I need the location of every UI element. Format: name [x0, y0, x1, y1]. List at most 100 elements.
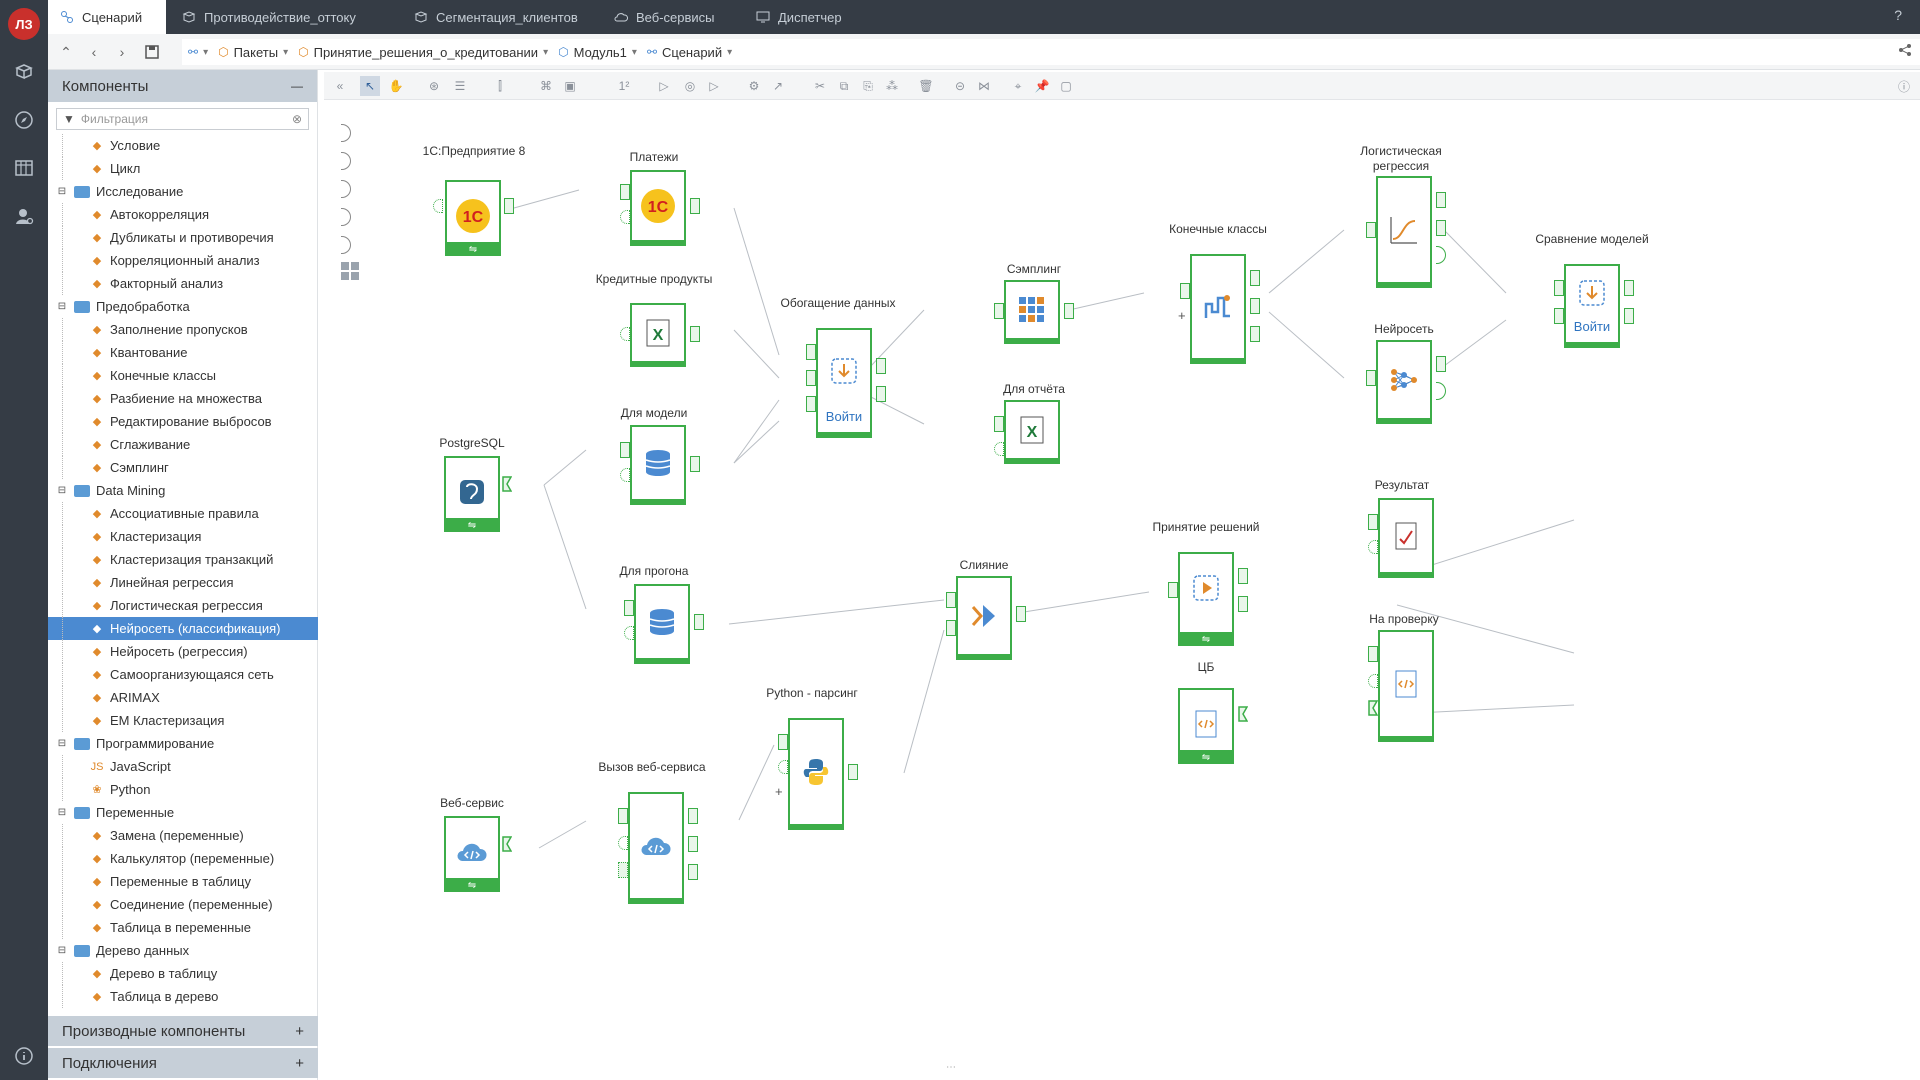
- tree-item[interactable]: ◆ Кластеризация транзакций: [48, 548, 318, 571]
- input-port[interactable]: [778, 760, 788, 774]
- input-port[interactable]: [946, 592, 956, 608]
- breadcrumb-item[interactable]: ⬡ Принятие_решения_о_кредитовании ▾: [298, 45, 548, 60]
- align-icon[interactable]: ⫿: [490, 76, 510, 96]
- collapse-toggle-icon[interactable]: ⊟: [56, 301, 68, 313]
- node-for-model[interactable]: [630, 425, 686, 505]
- tree-group[interactable]: ⊟ Предобработка: [48, 295, 318, 318]
- pushpin-icon[interactable]: 📌: [1032, 76, 1052, 96]
- output-port[interactable]: [1064, 303, 1074, 319]
- node-payments[interactable]: 1С: [630, 170, 686, 246]
- tree-item[interactable]: ◆ Самоорганизующаяся сеть: [48, 663, 318, 686]
- group-icon[interactable]: ⌘: [536, 76, 556, 96]
- tree-group[interactable]: ⊟ Переменные: [48, 801, 318, 824]
- output-port[interactable]: [1250, 298, 1260, 314]
- input-port[interactable]: [946, 620, 956, 636]
- connect-icon[interactable]: ⋈: [974, 76, 994, 96]
- output-port[interactable]: [688, 808, 698, 824]
- node-for-forecast[interactable]: [634, 584, 690, 664]
- node-neural-net[interactable]: [1376, 340, 1432, 424]
- help-icon[interactable]: ?: [1894, 7, 1902, 23]
- input-port[interactable]: [1554, 280, 1564, 296]
- tree-item[interactable]: ◆ Соединение (переменные): [48, 893, 318, 916]
- tree-item[interactable]: ◆ Редактирование выбросов: [48, 410, 318, 433]
- output-port[interactable]: [1238, 568, 1248, 584]
- output-port[interactable]: [1436, 356, 1446, 372]
- input-port[interactable]: [620, 210, 630, 224]
- output-port[interactable]: [1238, 706, 1249, 722]
- collapse-toggle-icon[interactable]: ⊟: [56, 485, 68, 497]
- output-port[interactable]: [688, 836, 698, 852]
- tree-item[interactable]: ◆ Ассоциативные правила: [48, 502, 318, 525]
- input-port[interactable]: [806, 370, 816, 386]
- output-port[interactable]: [502, 476, 513, 492]
- tree-item[interactable]: ◆ Корреляционный анализ: [48, 249, 318, 272]
- stop-icon[interactable]: ◎: [680, 76, 700, 96]
- tree-item[interactable]: ◆ Кластеризация: [48, 525, 318, 548]
- node-result[interactable]: [1378, 498, 1434, 578]
- share-icon[interactable]: [1898, 43, 1912, 60]
- tree-group[interactable]: ⊟ Программирование: [48, 732, 318, 755]
- tree-item[interactable]: ◆ Квантование: [48, 341, 318, 364]
- add-port-icon[interactable]: +: [775, 784, 783, 799]
- tree-item[interactable]: ◆ Логистическая регрессия: [48, 594, 318, 617]
- input-port[interactable]: [994, 442, 1004, 456]
- input-port[interactable]: [1368, 700, 1379, 716]
- tree-item[interactable]: ◆ Нейросеть (классификация): [48, 617, 318, 640]
- tree-item[interactable]: ◆ Заполнение пропусков: [48, 318, 318, 341]
- info-icon[interactable]: [12, 1044, 36, 1068]
- layout-icon[interactable]: ⊛: [424, 76, 444, 96]
- input-port[interactable]: [1366, 222, 1376, 238]
- node-cb[interactable]: ⇋: [1178, 688, 1234, 764]
- frame-icon[interactable]: ▢: [1056, 76, 1076, 96]
- output-port[interactable]: [1250, 270, 1260, 286]
- input-port[interactable]: [1554, 308, 1564, 324]
- clear-icon[interactable]: ⊗: [292, 112, 302, 126]
- tab-churn[interactable]: Противодействие_оттоку: [170, 0, 368, 34]
- connections-header[interactable]: Подключения +: [48, 1048, 318, 1078]
- copy-icon[interactable]: ⧉: [834, 76, 854, 96]
- delete-icon[interactable]: 🗑: [916, 76, 936, 96]
- tree-item[interactable]: ◆ ARIMAX: [48, 686, 318, 709]
- node-data-enrichment[interactable]: Войти: [816, 328, 872, 438]
- tree-item[interactable]: ◆ Таблица в дерево: [48, 985, 318, 1008]
- breadcrumb-item[interactable]: ⚯ Сценарий ▾: [647, 45, 732, 60]
- output-port[interactable]: [876, 358, 886, 374]
- tree-item[interactable]: ◆ Переменные в таблицу: [48, 870, 318, 893]
- tree-item[interactable]: ◆ Разбиение на множества: [48, 387, 318, 410]
- input-port[interactable]: [620, 327, 630, 341]
- output-port[interactable]: [690, 198, 700, 214]
- output-port[interactable]: [690, 326, 700, 342]
- input-port[interactable]: [1168, 582, 1178, 598]
- tab-dispatcher[interactable]: Диспетчер: [744, 0, 854, 34]
- grid-icon[interactable]: [341, 262, 359, 280]
- node-1c-source[interactable]: 1С ⇋: [445, 180, 501, 256]
- node-compare-models[interactable]: Войти: [1564, 264, 1620, 348]
- tree-item[interactable]: ◆ Калькулятор (переменные): [48, 847, 318, 870]
- tree-item[interactable]: ◆ Линейная регрессия: [48, 571, 318, 594]
- save-icon[interactable]: [142, 42, 162, 62]
- collapse-toggle-icon[interactable]: ⊟: [56, 807, 68, 819]
- output-port[interactable]: [1436, 192, 1446, 208]
- tree-item[interactable]: ◆ EM Кластеризация: [48, 709, 318, 732]
- output-port[interactable]: [1238, 596, 1248, 612]
- tree-item[interactable]: ◆ Замена (переменные): [48, 824, 318, 847]
- forward-button[interactable]: ›: [112, 42, 132, 62]
- back-button[interactable]: ‹: [84, 42, 104, 62]
- app-logo[interactable]: ЛЗ: [8, 8, 40, 40]
- output-port[interactable]: [502, 836, 513, 852]
- input-port[interactable]: [1180, 283, 1190, 299]
- user-settings-icon[interactable]: [12, 204, 36, 228]
- run-to-icon[interactable]: ▷: [704, 76, 724, 96]
- output-port[interactable]: [688, 864, 698, 880]
- tab-scenario[interactable]: Сценарий: [48, 0, 166, 34]
- input-port[interactable]: [618, 808, 628, 824]
- tree-item[interactable]: ◆ Таблица в переменные: [48, 916, 318, 939]
- components-header[interactable]: Компоненты —: [48, 70, 317, 102]
- enrich-run-link[interactable]: Войти: [826, 409, 862, 424]
- wizard-icon[interactable]: ↗: [768, 76, 788, 96]
- tree-item[interactable]: ◆ Сглаживание: [48, 433, 318, 456]
- resize-handle-icon[interactable]: ⋯: [946, 1062, 956, 1073]
- tree-item[interactable]: ◆ Дубликаты и противоречия: [48, 226, 318, 249]
- input-port[interactable]: [994, 303, 1004, 319]
- table-icon[interactable]: [12, 156, 36, 180]
